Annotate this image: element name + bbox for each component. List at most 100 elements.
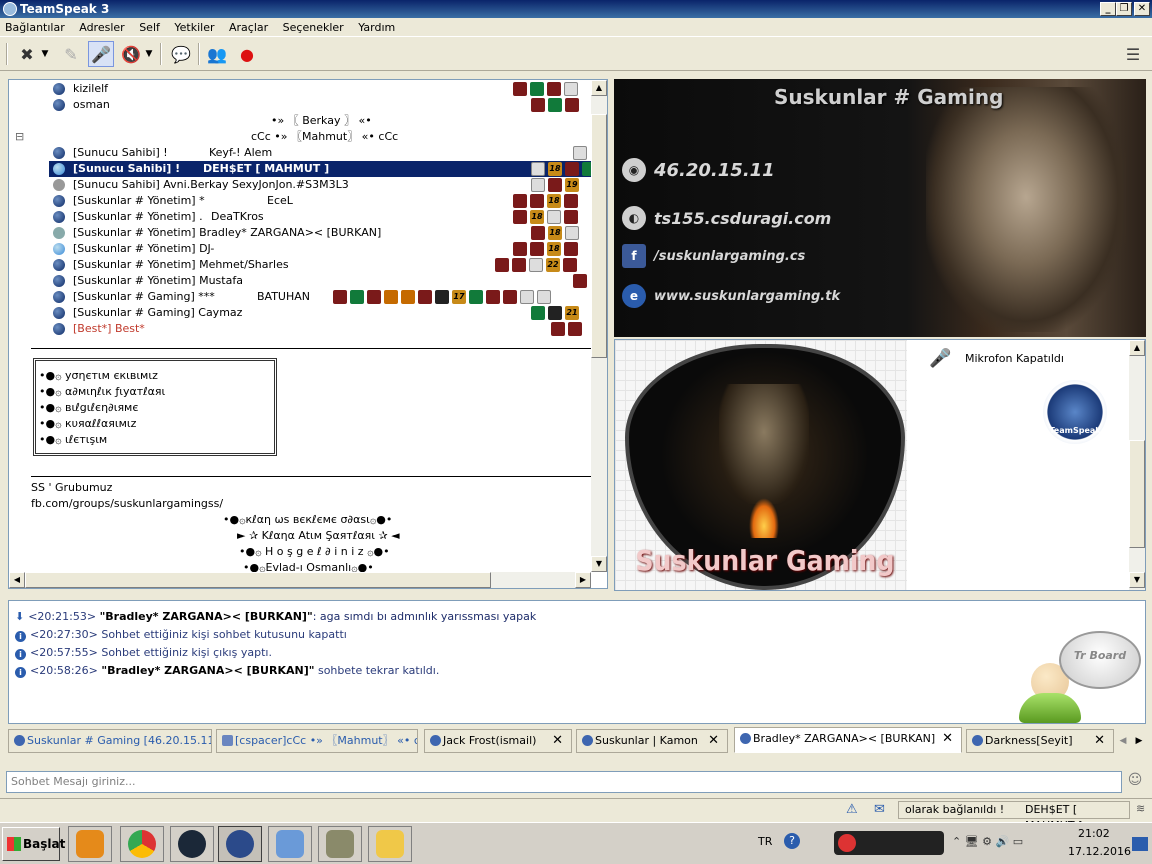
minimize-button[interactable]: _ xyxy=(1100,2,1116,16)
channel-row[interactable]: cCc •» 〖Mahmut〗 «• cCc xyxy=(251,129,398,145)
scroll-thumb[interactable] xyxy=(1129,440,1145,548)
start-button[interactable]: Başlat xyxy=(2,827,65,861)
client-row[interactable]: [Suskunlar # Gaming] *** BATUHAN xyxy=(53,289,310,305)
media-player-icon[interactable] xyxy=(68,826,112,862)
chevron-down-icon[interactable]: ▼ xyxy=(142,41,156,67)
tree-vertical-scrollbar[interactable]: ▲ ▼ xyxy=(591,80,607,572)
channel-row[interactable]: fb.com/groups/suskunlargamingss/ xyxy=(31,496,223,512)
channel-row[interactable]: •●۞ ιℓєтιşιм xyxy=(39,432,107,448)
tab-private-chat[interactable]: Darkness[Seyit] ✕ xyxy=(966,729,1114,753)
client-name: [Suskunlar # Yönetim] Mehmet/Sharles xyxy=(73,258,289,271)
close-icon[interactable]: ✕ xyxy=(1094,730,1105,752)
menu-permissions[interactable]: Yetkiler xyxy=(169,18,220,34)
warning-icon[interactable]: ⚠ xyxy=(846,802,864,818)
menu-bookmarks[interactable]: Adresler xyxy=(74,18,130,34)
chat-bubble-icon[interactable]: 💬 xyxy=(168,41,194,67)
chevron-down-icon[interactable]: ▼ xyxy=(38,41,52,67)
show-desktop-button[interactable] xyxy=(1132,837,1148,851)
emoticon-icon[interactable]: ☺ xyxy=(1126,772,1144,790)
client-row[interactable]: [Suskunlar # Gaming] Caymaz xyxy=(53,305,242,321)
plugin-flame-icon[interactable]: ● xyxy=(234,41,260,67)
message-user[interactable]: "Bradley* ZARGANA>< [BURKAN]" xyxy=(100,610,313,623)
scroll-up-arrow[interactable]: ▲ xyxy=(591,80,607,96)
tab-private-chat[interactable]: Suskunlar | Kamon ✕ xyxy=(576,729,728,753)
menu-help[interactable]: Yardım xyxy=(353,18,401,34)
control-panel-icon[interactable] xyxy=(268,826,312,862)
tab-server[interactable]: Suskunlar # Gaming [46.20.15.11] xyxy=(8,729,212,753)
tree-horizontal-scrollbar[interactable]: ◀ ▶ xyxy=(9,572,591,588)
message-user[interactable]: "Bradley* ZARGANA>< [BURKAN]" xyxy=(101,664,314,677)
scroll-left-arrow[interactable]: ◀ xyxy=(9,572,25,588)
scroll-down-arrow[interactable]: ▼ xyxy=(1129,572,1145,588)
chrome-icon[interactable] xyxy=(120,826,164,862)
scroll-up-arrow[interactable]: ▲ xyxy=(1129,340,1145,356)
client-row[interactable]: kizilelf xyxy=(53,81,108,97)
clock-date: 17.12.2016 xyxy=(1068,845,1131,858)
channel-row[interactable]: •●۞ H o ş g e ℓ ∂ i n i z ۞●• xyxy=(239,544,390,560)
scroll-down-arrow[interactable]: ▼ xyxy=(591,556,607,572)
client-row[interactable]: [Suskunlar # Yönetim] . DeaTKros xyxy=(53,209,264,225)
menu-connections[interactable]: Bağlantılar xyxy=(0,18,71,34)
client-row-selected[interactable]: [Sunucu Sahibi] ! DEH$ET [ MAHMUT ] 18 xyxy=(49,161,596,177)
menu-tools[interactable]: Araçlar xyxy=(224,18,274,34)
away-icon[interactable]: ✎ xyxy=(58,41,84,67)
menu-settings[interactable]: Seçenekler xyxy=(278,18,350,34)
scroll-thumb[interactable] xyxy=(591,114,607,358)
teamspeak-taskbar-icon[interactable] xyxy=(218,826,262,862)
tab-private-chat[interactable]: Jack Frost(ismail) ✕ xyxy=(424,729,572,753)
tab-private-chat-active[interactable]: Bradley* ZARGANA>< [BURKAN] ✕ xyxy=(734,727,962,753)
tab-scroll-left[interactable]: ◀ xyxy=(1116,731,1130,751)
close-icon[interactable]: ✕ xyxy=(942,728,953,750)
client-row[interactable]: [Suskunlar # Yönetim] Mehmet/Sharles xyxy=(53,257,289,273)
channel-row[interactable]: •» 〖 Berkay 〗 «• xyxy=(271,113,372,129)
mute-speakers-icon[interactable]: 🔇 xyxy=(118,41,144,67)
message-time: <20:27:30> xyxy=(30,628,98,641)
close-icon[interactable]: ✕ xyxy=(552,730,563,752)
client-name: [Suskunlar # Yönetim] Mustafa xyxy=(73,274,243,287)
chat-message-input[interactable]: Sohbet Mesajı giriniz... xyxy=(6,771,1122,793)
collapse-icon[interactable]: ⊟ xyxy=(15,129,24,145)
channel-row[interactable]: •●۞ кυяαℓℓαяιмιz xyxy=(39,416,136,432)
info-vertical-scrollbar[interactable]: ▲ ▼ xyxy=(1129,340,1145,590)
layout-icon[interactable]: ☰ xyxy=(1120,41,1146,67)
channel-row[interactable]: •●۞ α∂мιηℓιк ƒιуαтℓαяι xyxy=(39,384,165,400)
language-indicator[interactable]: TR xyxy=(758,835,772,848)
disconnect-icon[interactable]: ✖ xyxy=(14,41,40,67)
client-row[interactable]: [Best*] Best* xyxy=(53,321,145,337)
client-status-icon xyxy=(53,163,65,175)
channel-row[interactable]: ► ✰ Kℓαηα Atιм Şαятℓαяι ✰ ◄ xyxy=(237,528,400,544)
scroll-right-arrow[interactable]: ▶ xyxy=(575,572,591,588)
client-row[interactable]: [Suskunlar # Yönetim] Mustafa xyxy=(53,273,243,289)
counter-strike-icon[interactable] xyxy=(318,826,362,862)
channel-name: SS ' Grubumuz xyxy=(31,481,113,494)
channel-row[interactable]: •●۞кℓαη ωѕ вєкℓємє σ∂αѕι۞●• xyxy=(223,512,392,528)
tab-channel[interactable]: [cspacer]cCc •» 〖Mahmut〗 «• cCc xyxy=(216,729,418,753)
client-status-icon xyxy=(53,211,65,223)
client-row[interactable]: osman xyxy=(53,97,110,113)
channel-row[interactable]: •●۞ вιℓgιℓєη∂ιямє xyxy=(39,400,138,416)
client-row[interactable]: [Suskunlar # Yönetim] DJ- xyxy=(53,241,214,257)
client-row[interactable]: [Suskunlar # Yönetim] Bradley* ZARGANA><… xyxy=(53,225,381,241)
client-row[interactable]: [Sunucu Sahibi] ! Keyf-! Alem xyxy=(53,145,272,161)
channel-row[interactable]: •●۞ yσηєтιм єкιвιмιz xyxy=(39,368,158,384)
steam-icon[interactable] xyxy=(170,826,214,862)
client-name: [Suskunlar # Yönetim] * xyxy=(73,194,205,207)
help-icon[interactable]: ? xyxy=(784,833,800,849)
contacts-icon[interactable]: 👥 xyxy=(204,41,230,67)
client-row[interactable]: [Sunucu Sahibi] Avni.Berkay SexyJonJon.#… xyxy=(53,177,349,193)
badge-group xyxy=(551,321,582,337)
client-row[interactable]: [Suskunlar # Yönetim] * EceL xyxy=(53,193,293,209)
maximize-button[interactable]: ❐ xyxy=(1116,2,1132,16)
client-status-icon xyxy=(53,243,65,255)
record-icon[interactable] xyxy=(838,834,856,852)
tab-scroll-right[interactable]: ▶ xyxy=(1132,731,1146,751)
folder-icon[interactable] xyxy=(368,826,412,862)
channel-row[interactable]: SS ' Grubumuz xyxy=(31,480,112,496)
scroll-thumb[interactable] xyxy=(25,572,491,588)
mute-microphone-icon[interactable]: 🎤 xyxy=(88,41,114,67)
close-button[interactable]: ✕ xyxy=(1134,2,1150,16)
channel-name: •●۞ кυяαℓℓαяιмιz xyxy=(39,417,137,430)
menu-self[interactable]: Self xyxy=(134,18,166,34)
close-icon[interactable]: ✕ xyxy=(708,730,719,752)
mail-icon[interactable]: ✉ xyxy=(874,802,892,818)
